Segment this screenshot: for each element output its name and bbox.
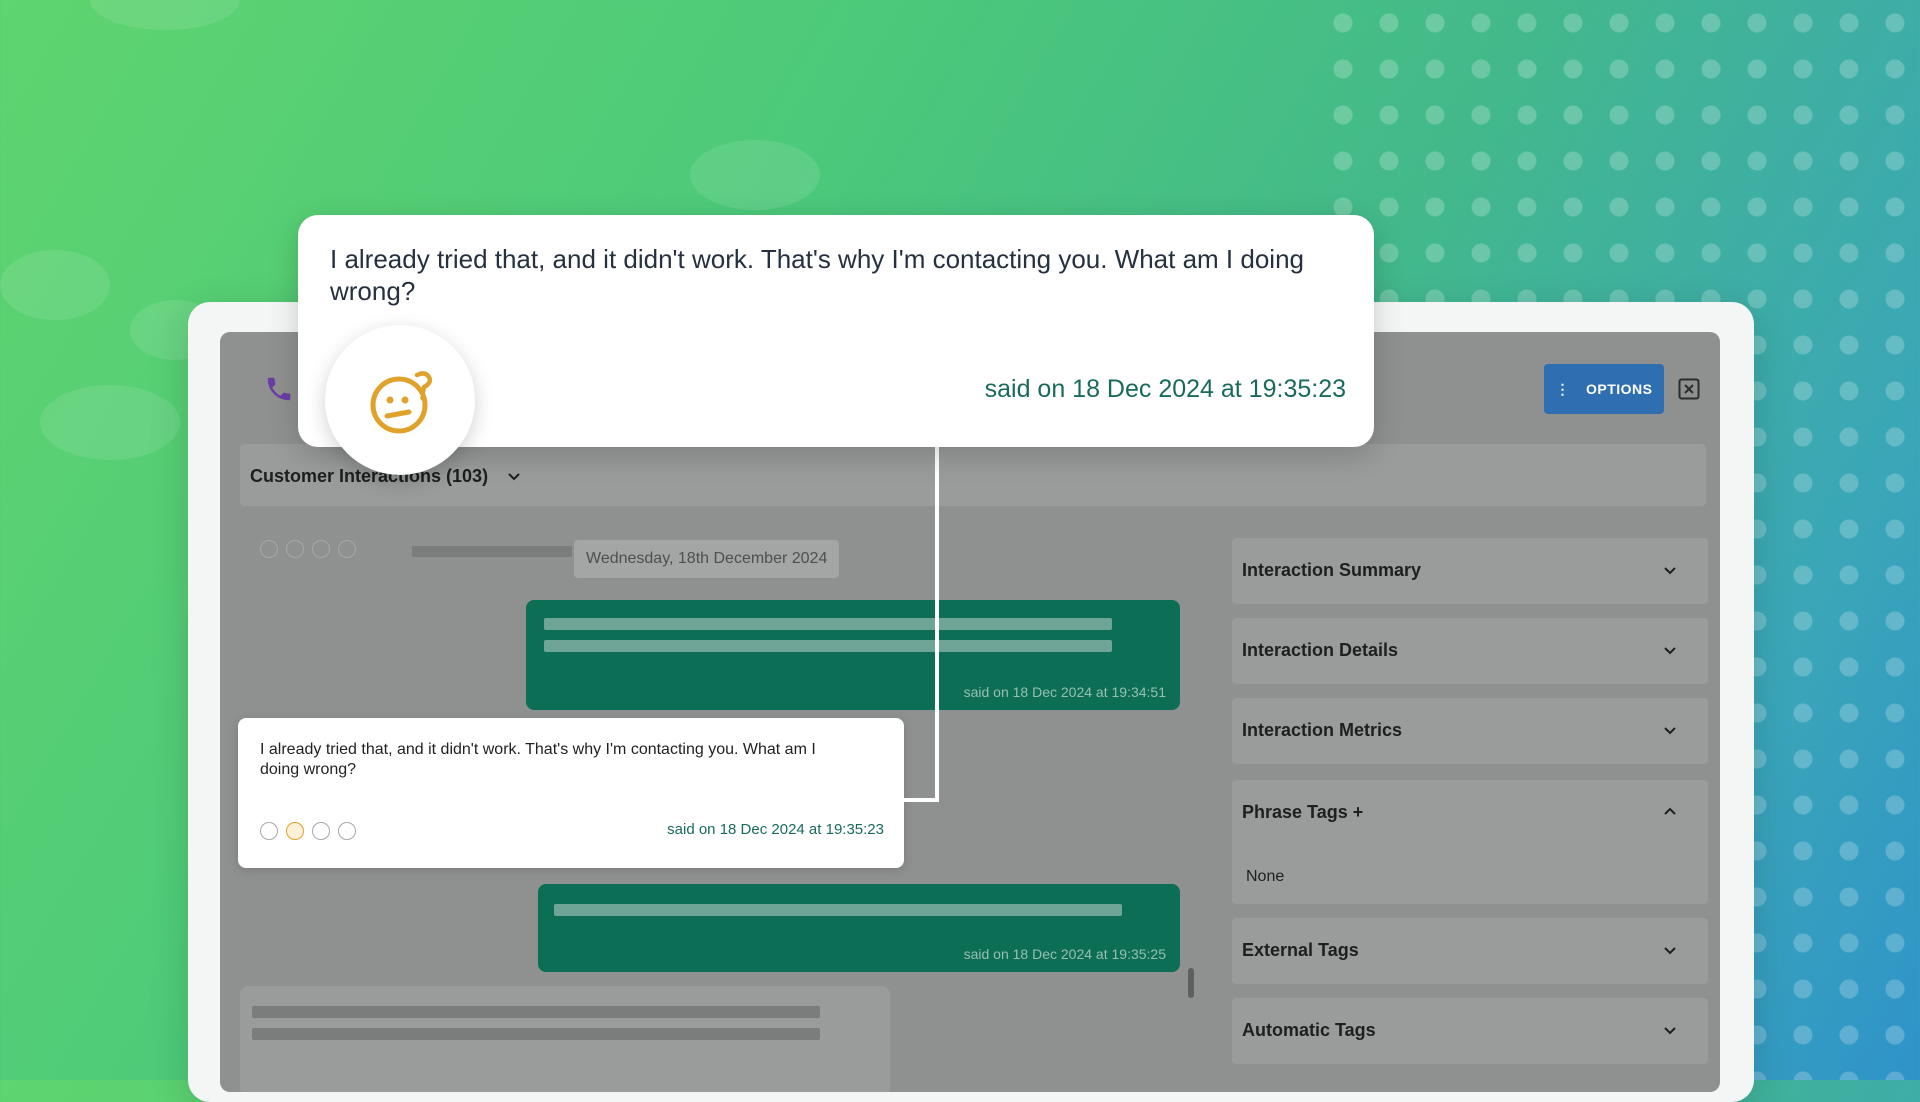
panel-interaction-metrics[interactable]: Interaction Metrics	[1232, 698, 1708, 764]
panel-title: Interaction Metrics	[1242, 720, 1403, 740]
confused-face-icon	[370, 371, 433, 434]
background-blob	[40, 385, 180, 460]
placeholder-text	[252, 1028, 820, 1040]
reaction-icon[interactable]	[260, 822, 278, 840]
background-blob	[90, 0, 240, 30]
sentiment-avatar	[325, 325, 475, 475]
reaction-icon[interactable]	[260, 540, 278, 558]
chevron-down-icon[interactable]	[1662, 562, 1678, 578]
options-button[interactable]: ⋮ OPTIONS	[1544, 364, 1664, 414]
reaction-icon[interactable]	[312, 822, 330, 840]
message-timestamp: said on 18 Dec 2024 at 19:35:23	[667, 821, 884, 838]
kebab-menu-icon: ⋮	[1555, 380, 1570, 397]
chevron-down-icon[interactable]	[1662, 942, 1678, 958]
panel-title: Automatic Tags	[1242, 1020, 1376, 1040]
chevron-down-icon[interactable]	[1662, 642, 1678, 658]
close-icon[interactable]	[1678, 378, 1700, 400]
panel-interaction-summary[interactable]: Interaction Summary	[1232, 538, 1708, 604]
section-title[interactable]: Customer Interactions (103)	[250, 466, 488, 487]
panel-external-tags[interactable]: External Tags	[1232, 918, 1708, 984]
customer-message	[240, 986, 890, 1092]
thumbs-up-icon[interactable]	[338, 822, 356, 840]
confused-face-icon[interactable]	[286, 822, 304, 840]
placeholder-text	[544, 640, 1112, 652]
panel-title[interactable]: Phrase Tags +	[1242, 802, 1363, 823]
phone-icon	[267, 377, 291, 401]
scrollbar-thumb[interactable]	[1188, 968, 1194, 998]
placeholder-text	[412, 546, 572, 557]
chevron-down-icon[interactable]	[1662, 1022, 1678, 1038]
reaction-icon[interactable]	[338, 540, 356, 558]
callout-timestamp: said on 18 Dec 2024 at 19:35:23	[984, 375, 1346, 403]
panel-title: Interaction Summary	[1242, 560, 1422, 580]
panel-body-text: None	[1246, 868, 1285, 885]
callout-connector	[935, 446, 939, 802]
placeholder-text	[252, 1006, 820, 1018]
panel-interaction-details[interactable]: Interaction Details	[1232, 618, 1708, 684]
panel-automatic-tags[interactable]: Automatic Tags	[1232, 998, 1708, 1064]
callout-connector	[902, 798, 939, 802]
placeholder-text	[554, 904, 1122, 916]
date-separator: Wednesday, 18th December 2024	[574, 540, 840, 578]
placeholder-text	[544, 618, 1112, 630]
callout-text: I already tried that, and it didn't work…	[330, 244, 1304, 306]
reaction-icon[interactable]	[286, 540, 304, 558]
panel-title: Interaction Details	[1242, 640, 1399, 660]
chevron-down-icon[interactable]	[1662, 722, 1678, 738]
chevron-up-icon[interactable]	[1662, 804, 1678, 820]
background-blob	[690, 140, 820, 210]
message-timestamp: said on 18 Dec 2024 at 19:35:25	[963, 946, 1166, 962]
message-timestamp: said on 18 Dec 2024 at 19:34:51	[963, 684, 1166, 700]
background-blob	[0, 250, 110, 320]
panel-phrase-tags[interactable]: Phrase Tags + None	[1232, 780, 1708, 904]
message-text: I already tried that, and it didn't work…	[260, 741, 816, 778]
agent-message: said on 18 Dec 2024 at 19:34:51	[526, 600, 1180, 710]
reaction-icon[interactable]	[312, 540, 330, 558]
customer-message[interactable]: I already tried that, and it didn't work…	[238, 718, 904, 868]
chevron-down-icon[interactable]	[506, 468, 522, 484]
options-label: OPTIONS	[1585, 381, 1653, 397]
agent-message: said on 18 Dec 2024 at 19:35:25	[538, 884, 1180, 972]
reaction-icons	[260, 822, 356, 840]
panel-title: External Tags	[1242, 940, 1359, 960]
reaction-icons	[260, 540, 356, 558]
